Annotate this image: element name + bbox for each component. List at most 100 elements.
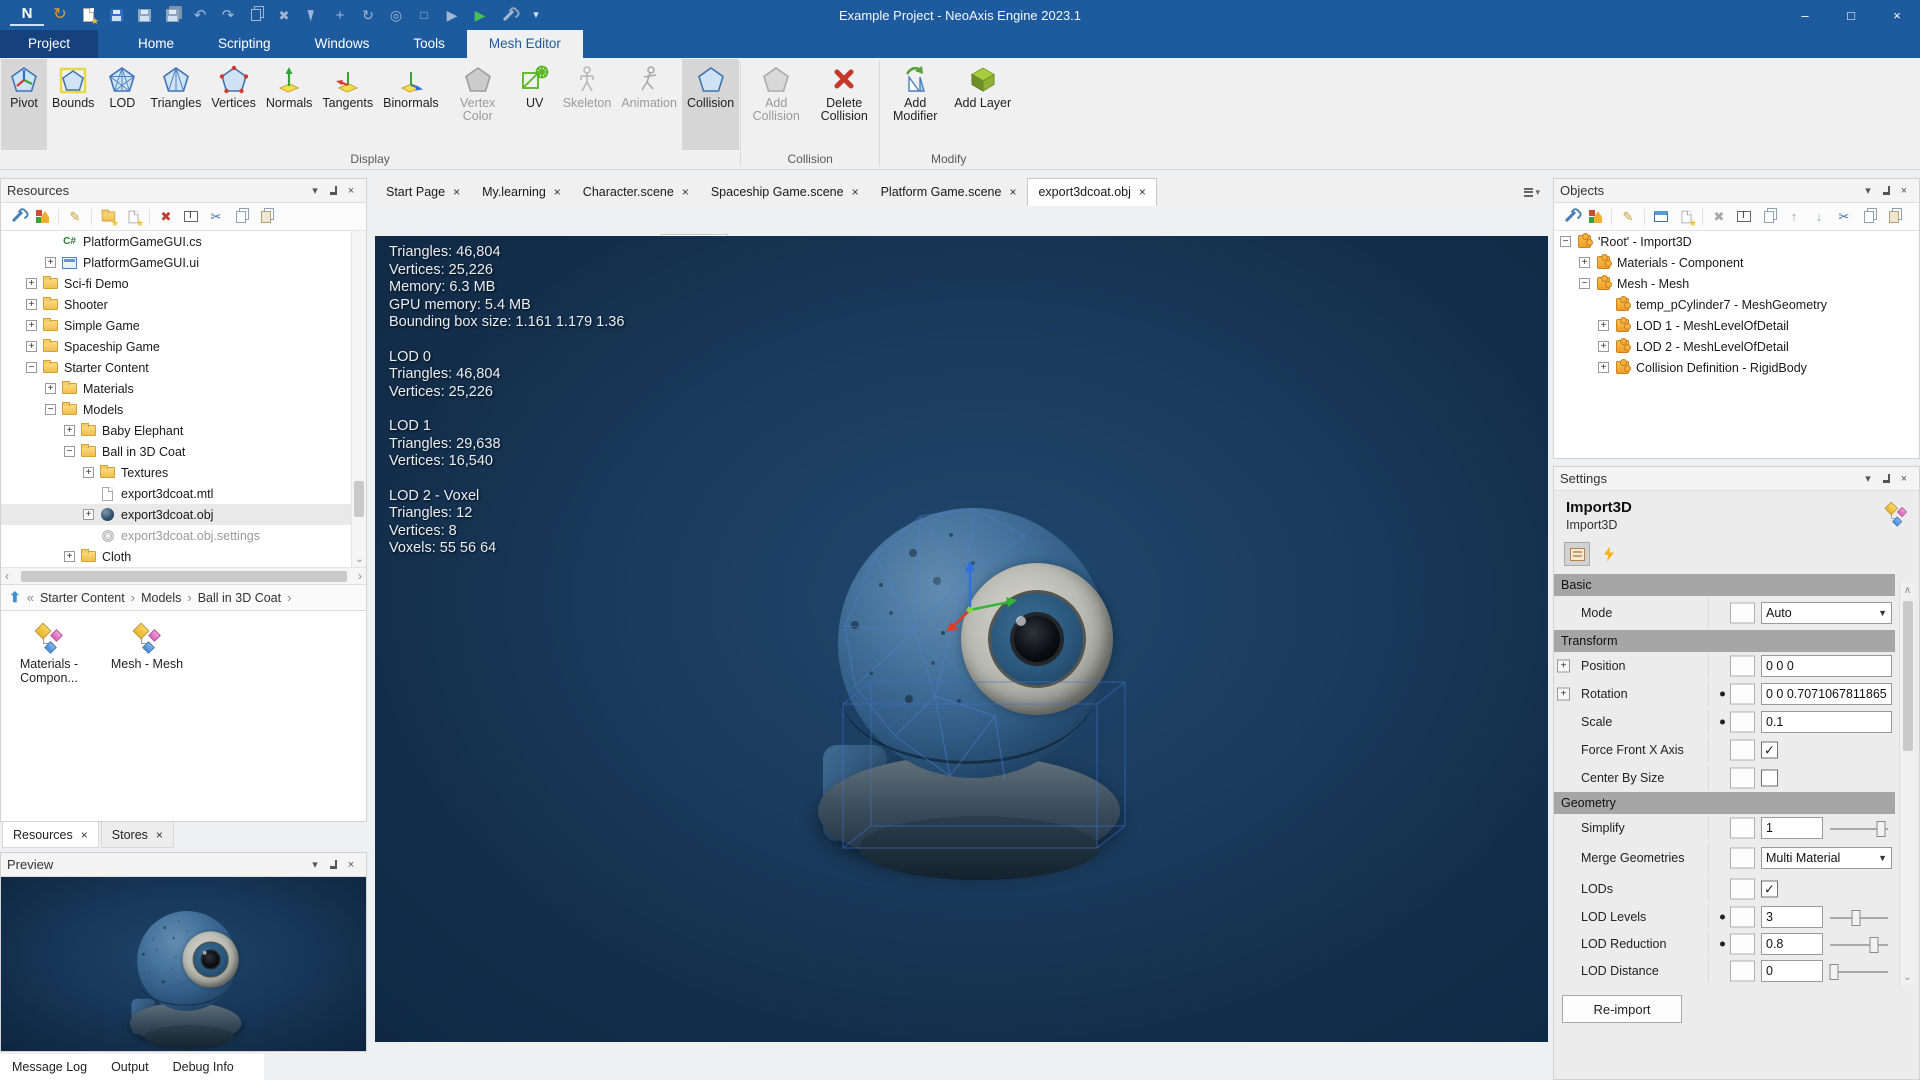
new-resource-icon[interactable]: ★ [1677, 208, 1697, 228]
ribbon-tab-windows[interactable]: Windows [293, 30, 392, 58]
delete-collision-button[interactable]: Delete Collision [810, 59, 878, 150]
close-icon[interactable]: × [342, 859, 360, 871]
tab-resources[interactable]: Resources × [2, 822, 99, 848]
caret-down-icon[interactable]: ▾ [1859, 472, 1877, 485]
tab-my-learning[interactable]: My.learning × [471, 178, 572, 206]
tab-export3dcoat-obj[interactable]: export3dcoat.obj × [1027, 178, 1157, 206]
slider-handle[interactable] [1876, 820, 1886, 837]
default-value-box[interactable] [1730, 878, 1755, 900]
expander-icon[interactable]: − [1560, 236, 1571, 247]
scene-viewport[interactable]: Triangles: 46,804 Vertices: 25,226 Memory:… [375, 236, 1548, 1042]
minimize-button[interactable]: – [1782, 0, 1828, 30]
tree-item-export3dcoat-obj[interactable]: + export3dcoat.obj [1, 504, 366, 525]
settings-scrollbar[interactable]: ∧ ⌄ [1899, 583, 1915, 985]
redo-icon[interactable]: ↷ [216, 3, 240, 27]
cut-icon[interactable]: ✂ [1835, 208, 1853, 226]
up-arrow-icon[interactable]: ⬆ [9, 589, 21, 606]
close-icon[interactable]: × [1009, 185, 1016, 199]
pin-icon[interactable] [324, 184, 342, 198]
expander-icon[interactable]: − [1579, 278, 1590, 289]
default-value-box[interactable] [1730, 933, 1755, 954]
add-layer-button[interactable]: Add Layer [949, 59, 1016, 150]
simplify-input[interactable]: 1 [1761, 816, 1823, 839]
close-button[interactable]: × [1874, 0, 1920, 30]
tab-debug-info[interactable]: Debug Info [161, 1054, 246, 1080]
default-value-box[interactable] [1730, 960, 1755, 981]
breadcrumb-item[interactable]: Ball in 3D Coat [198, 591, 281, 605]
window-icon[interactable] [1652, 208, 1670, 226]
lod-distance-input[interactable]: 0 [1761, 959, 1823, 982]
close-icon[interactable]: × [1895, 185, 1913, 197]
default-value-box[interactable] [1730, 739, 1755, 761]
ribbon-tab-project[interactable]: Project [0, 30, 99, 58]
tree-item-baby-elephant[interactable]: + Baby Elephant [1, 420, 366, 441]
scroll-up-icon[interactable]: ∧ [1900, 585, 1915, 596]
expander-icon[interactable]: + [45, 257, 56, 268]
components-icon[interactable] [33, 208, 51, 226]
tree-item-models[interactable]: − Models [1, 399, 366, 420]
bounds-button[interactable]: Bounds [47, 59, 99, 150]
item-materials-component[interactable]: Materials - Compon... [7, 622, 91, 685]
expander-icon[interactable]: + [64, 425, 75, 436]
expander-icon[interactable]: + [64, 551, 75, 562]
play-icon[interactable]: ▶ [468, 3, 492, 27]
cut-icon[interactable]: ✂ [207, 208, 225, 226]
expander-icon[interactable]: + [45, 383, 56, 394]
rotate-tool-icon[interactable]: ↻ [356, 3, 380, 27]
item-mesh-mesh[interactable]: Mesh - Mesh [105, 622, 189, 671]
horizontal-scrollbar[interactable]: ‹ › [1, 567, 366, 584]
tree-item-materials-component[interactable]: + Materials - Component [1554, 252, 1919, 273]
ribbon-tab-tools[interactable]: Tools [391, 30, 467, 58]
expander-icon[interactable]: + [1557, 687, 1570, 701]
expander-icon[interactable]: − [64, 446, 75, 457]
scroll-right-icon[interactable]: › [358, 569, 362, 583]
copy-icon[interactable] [232, 208, 250, 226]
scroll-down-icon[interactable]: ⌄ [352, 554, 366, 565]
tree-item-root-import3d[interactable]: − 'Root' - Import3D [1554, 231, 1919, 252]
mode-dropdown[interactable]: Auto ▼ [1761, 602, 1892, 624]
tree-item-shooter[interactable]: + Shooter [1, 294, 366, 315]
tangents-button[interactable]: Tangents [317, 59, 378, 150]
events-icon[interactable] [1596, 542, 1622, 566]
vertices-button[interactable]: Vertices [206, 59, 260, 150]
rotation-input[interactable]: 0 0 0.7071067811865 [1761, 683, 1892, 705]
uv-button[interactable]: UV [512, 59, 558, 150]
tab-stores[interactable]: Stores × [100, 822, 174, 848]
close-icon[interactable]: × [453, 185, 460, 199]
tree-item-export3dcoat-mtl[interactable]: export3dcoat.mtl [1, 483, 366, 504]
components-icon[interactable] [1586, 208, 1604, 226]
close-icon[interactable]: × [81, 828, 88, 842]
tree-item-simple-game[interactable]: + Simple Game [1, 315, 366, 336]
preview-viewport[interactable] [1, 877, 366, 1051]
default-value-box[interactable] [1730, 817, 1755, 838]
delete-icon[interactable]: ✖ [1710, 208, 1728, 226]
center-by-size-checkbox[interactable] [1761, 769, 1778, 787]
tools-icon[interactable] [8, 208, 26, 226]
tab-character-scene[interactable]: Character.scene × [572, 178, 700, 206]
lods-checkbox[interactable]: ✓ [1761, 880, 1778, 898]
tree-item-textures[interactable]: + Textures [1, 462, 366, 483]
tab-start-page[interactable]: Start Page × [375, 178, 471, 206]
lod-distance-slider[interactable] [1829, 963, 1888, 980]
maximize-button[interactable]: □ [1828, 0, 1874, 30]
tab-platform-game-scene[interactable]: Platform Game.scene × [870, 178, 1028, 206]
delete-icon[interactable]: ✖ [157, 208, 175, 226]
add-modifier-button[interactable]: Add Modifier [881, 59, 949, 150]
vertical-scrollbar[interactable]: ⌄ [351, 231, 366, 567]
properties-icon[interactable] [1564, 542, 1590, 566]
move-down-icon[interactable]: ↓ [1810, 208, 1828, 226]
expander-icon[interactable]: + [26, 341, 37, 352]
move-tool-icon[interactable]: + [328, 3, 352, 27]
scrollbar-thumb[interactable] [21, 571, 347, 582]
close-icon[interactable]: × [554, 185, 561, 199]
collision-button[interactable]: Collision [681, 59, 740, 150]
simplify-slider[interactable] [1830, 820, 1888, 837]
tree-item-mesh-mesh[interactable]: − Mesh - Mesh [1554, 273, 1919, 294]
paste-icon[interactable] [244, 3, 268, 27]
delete-icon[interactable]: ✖ [272, 3, 296, 27]
tree-item-materials[interactable]: + Materials [1, 378, 366, 399]
rename-icon[interactable] [182, 208, 200, 226]
pin-icon[interactable] [1877, 472, 1895, 486]
expander-icon[interactable]: + [1598, 341, 1609, 352]
default-value-box[interactable] [1730, 711, 1755, 733]
